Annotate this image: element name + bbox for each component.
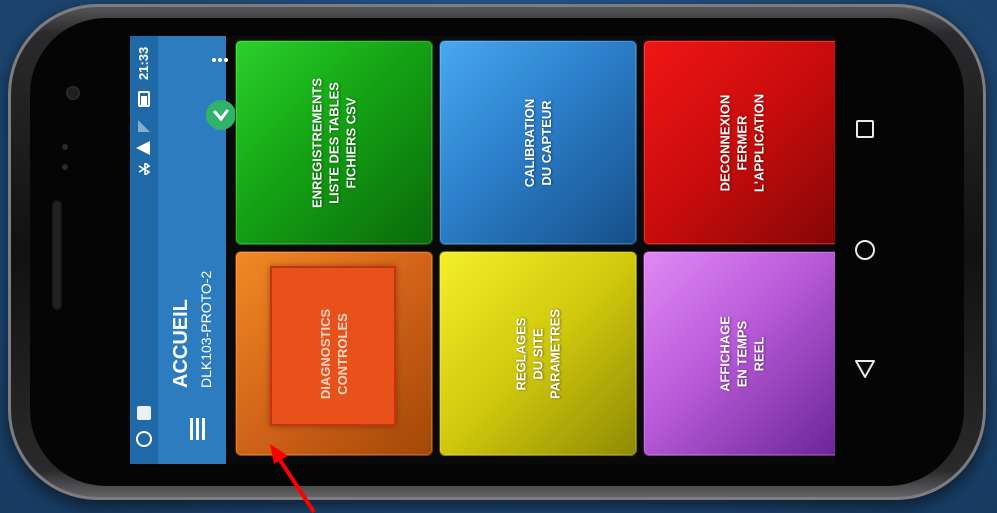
wifi-icon (136, 141, 152, 155)
tile-affichage-label: AFFICHAGE EN TEMPS REEL (717, 315, 767, 392)
tile-deconnexion[interactable]: DECONNEXION FERMER L'APPLICATION (643, 40, 835, 245)
tile-enregistrements-label: ENREGISTREMENTS LISTE DES TABLES FICHIER… (309, 77, 359, 208)
tile-calibration-label: CALIBRATION DU CAPTEUR (522, 98, 554, 187)
page-subtitle: DLK103-PROTO-2 (198, 270, 214, 388)
tile-deconnexion-label: DECONNEXION FERMER L'APPLICATION (717, 93, 767, 192)
status-time: 21:33 (136, 46, 151, 80)
annotation-arrow (270, 444, 316, 513)
tile-diagnostics-label: DIAGNOSTICS CONTROLES (318, 308, 350, 399)
sensor-dot (62, 164, 68, 170)
front-camera (66, 86, 80, 100)
tile-reglages-label: REGLAGES DU SITE PARAMETRES (513, 308, 563, 399)
sync-icon (136, 431, 152, 447)
check-circle-icon (206, 100, 236, 130)
overflow-more-icon[interactable] (210, 54, 230, 66)
hamburger-menu-icon[interactable] (188, 416, 206, 442)
sim-icon (137, 406, 151, 420)
tile-diagnostics[interactable]: DIAGNOSTICS CONTROLES (235, 251, 433, 456)
tile-reglages[interactable]: REGLAGES DU SITE PARAMETRES (439, 251, 637, 456)
tile-calibration[interactable]: CALIBRATION DU CAPTEUR (439, 40, 637, 245)
nav-back-icon[interactable] (853, 358, 877, 380)
status-bar: 21:33 (130, 36, 158, 464)
earpiece-speaker (52, 200, 62, 310)
sensor-dot (62, 144, 68, 150)
signal-icon (138, 120, 150, 132)
tile-affichage[interactable]: AFFICHAGE EN TEMPS REEL (643, 251, 835, 456)
battery-icon (138, 91, 150, 107)
device-screen: 21:33 ACCUEIL DLK103-PROTO-2 ENREGISTREM… (130, 36, 835, 464)
nav-home-icon[interactable] (855, 240, 875, 260)
nav-recents-icon[interactable] (856, 120, 874, 138)
tile-enregistrements[interactable]: ENREGISTREMENTS LISTE DES TABLES FICHIER… (235, 40, 433, 245)
app-bar: ACCUEIL DLK103-PROTO-2 (158, 36, 236, 464)
page-title: ACCUEIL (170, 299, 192, 388)
bluetooth-icon (138, 161, 151, 177)
